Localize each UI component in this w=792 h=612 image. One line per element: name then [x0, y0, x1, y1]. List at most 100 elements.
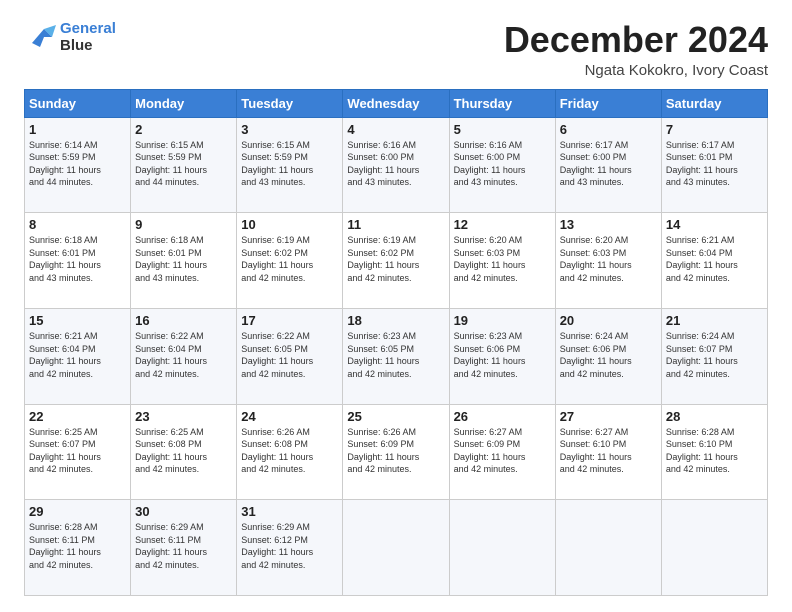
day-number: 21 [666, 313, 763, 328]
day-number: 7 [666, 122, 763, 137]
table-row: 23Sunrise: 6:25 AM Sunset: 6:08 PM Dayli… [131, 404, 237, 500]
calendar-col-header: Tuesday [237, 89, 343, 117]
day-number: 25 [347, 409, 444, 424]
day-number: 20 [560, 313, 657, 328]
table-row: 19 Sunrise: 6:23 AM Sunset: 6:06 PM Dayli… [449, 308, 555, 404]
table-row: 11 Sunrise: 6:19 AM Sunset: 6:02 PM Dayli… [343, 213, 449, 309]
day-number: 19 [454, 313, 551, 328]
table-row: 20 Sunrise: 6:24 AM Sunset: 6:06 PM Dayli… [555, 308, 661, 404]
month-title: December 2024 [504, 20, 768, 60]
day-info: Sunrise: 6:21 AM Sunset: 6:04 PM Dayligh… [666, 234, 763, 284]
day-number: 10 [241, 217, 338, 232]
day-number: 1 [29, 122, 126, 137]
day-info: Sunrise: 6:28 AM Sunset: 6:11 PM Dayligh… [29, 521, 126, 571]
table-row: 6 Sunrise: 6:17 AM Sunset: 6:00 PM Daylig… [555, 117, 661, 213]
day-info: Sunrise: 6:29 AM Sunset: 6:11 PM Dayligh… [135, 521, 232, 571]
table-row: 14 Sunrise: 6:21 AM Sunset: 6:04 PM Dayli… [661, 213, 767, 309]
day-info: Sunrise: 6:17 AM Sunset: 6:00 PM Dayligh… [560, 139, 657, 189]
table-row: 15 Sunrise: 6:21 AM Sunset: 6:04 PM Dayli… [25, 308, 131, 404]
calendar-table: SundayMondayTuesdayWednesdayThursdayFrid… [24, 89, 768, 596]
calendar-col-header: Friday [555, 89, 661, 117]
table-row: 29 Sunrise: 6:28 AM Sunset: 6:11 PM Dayli… [25, 500, 131, 596]
calendar-week-row: 8 Sunrise: 6:18 AM Sunset: 6:01 PM Daylig… [25, 213, 768, 309]
table-row: 25 Sunrise: 6:26 AM Sunset: 6:09 PM Dayli… [343, 404, 449, 500]
calendar-week-row: 15 Sunrise: 6:21 AM Sunset: 6:04 PM Dayli… [25, 308, 768, 404]
table-row [343, 500, 449, 596]
day-number: 29 [29, 504, 126, 519]
table-row: 10 Sunrise: 6:19 AM Sunset: 6:02 PM Dayli… [237, 213, 343, 309]
table-row: 27 Sunrise: 6:27 AM Sunset: 6:10 PM Dayli… [555, 404, 661, 500]
day-info: Sunrise: 6:26 AM Sunset: 6:09 PM Dayligh… [347, 426, 444, 476]
day-number: 15 [29, 313, 126, 328]
day-info: Sunrise: 6:20 AM Sunset: 6:03 PM Dayligh… [560, 234, 657, 284]
day-number: 16 [135, 313, 232, 328]
table-row: 5Sunrise: 6:16 AM Sunset: 6:00 PM Daylig… [449, 117, 555, 213]
day-number: 8 [29, 217, 126, 232]
logo-line1: General [60, 20, 116, 37]
day-info: Sunrise: 6:18 AM Sunset: 6:01 PM Dayligh… [29, 234, 126, 284]
day-number: 12 [454, 217, 551, 232]
day-info: Sunrise: 6:14 AM Sunset: 5:59 PM Dayligh… [29, 139, 126, 189]
table-row: 1 Sunrise: 6:14 AM Sunset: 5:59 PM Daylig… [25, 117, 131, 213]
calendar-week-row: 22Sunrise: 6:25 AM Sunset: 6:07 PM Dayli… [25, 404, 768, 500]
table-row: 24 Sunrise: 6:26 AM Sunset: 6:08 PM Dayli… [237, 404, 343, 500]
logo: General Blue [24, 20, 116, 54]
day-number: 9 [135, 217, 232, 232]
table-row: 17Sunrise: 6:22 AM Sunset: 6:05 PM Dayli… [237, 308, 343, 404]
day-number: 14 [666, 217, 763, 232]
day-info: Sunrise: 6:28 AM Sunset: 6:10 PM Dayligh… [666, 426, 763, 476]
header: General Blue December 2024 Ngata Kokokro… [24, 20, 768, 79]
table-row: 7 Sunrise: 6:17 AM Sunset: 6:01 PM Daylig… [661, 117, 767, 213]
day-number: 3 [241, 122, 338, 137]
calendar-col-header: Thursday [449, 89, 555, 117]
table-row: 22Sunrise: 6:25 AM Sunset: 6:07 PM Dayli… [25, 404, 131, 500]
table-row [449, 500, 555, 596]
day-number: 30 [135, 504, 232, 519]
table-row: 28 Sunrise: 6:28 AM Sunset: 6:10 PM Dayli… [661, 404, 767, 500]
table-row: 13Sunrise: 6:20 AM Sunset: 6:03 PM Dayli… [555, 213, 661, 309]
calendar-col-header: Wednesday [343, 89, 449, 117]
title-section: December 2024 Ngata Kokokro, Ivory Coast [504, 20, 768, 79]
logo-line2: Blue [60, 37, 116, 54]
day-number: 11 [347, 217, 444, 232]
day-info: Sunrise: 6:27 AM Sunset: 6:10 PM Dayligh… [560, 426, 657, 476]
day-info: Sunrise: 6:19 AM Sunset: 6:02 PM Dayligh… [241, 234, 338, 284]
day-info: Sunrise: 6:23 AM Sunset: 6:06 PM Dayligh… [454, 330, 551, 380]
day-number: 22 [29, 409, 126, 424]
day-info: Sunrise: 6:18 AM Sunset: 6:01 PM Dayligh… [135, 234, 232, 284]
table-row: 16Sunrise: 6:22 AM Sunset: 6:04 PM Dayli… [131, 308, 237, 404]
day-info: Sunrise: 6:16 AM Sunset: 6:00 PM Dayligh… [347, 139, 444, 189]
day-info: Sunrise: 6:29 AM Sunset: 6:12 PM Dayligh… [241, 521, 338, 571]
day-info: Sunrise: 6:19 AM Sunset: 6:02 PM Dayligh… [347, 234, 444, 284]
table-row [661, 500, 767, 596]
calendar-header-row: SundayMondayTuesdayWednesdayThursdayFrid… [25, 89, 768, 117]
table-row: 9 Sunrise: 6:18 AM Sunset: 6:01 PM Daylig… [131, 213, 237, 309]
day-number: 27 [560, 409, 657, 424]
day-number: 2 [135, 122, 232, 137]
day-number: 24 [241, 409, 338, 424]
table-row: 4 Sunrise: 6:16 AM Sunset: 6:00 PM Daylig… [343, 117, 449, 213]
table-row: 8 Sunrise: 6:18 AM Sunset: 6:01 PM Daylig… [25, 213, 131, 309]
day-number: 28 [666, 409, 763, 424]
day-info: Sunrise: 6:23 AM Sunset: 6:05 PM Dayligh… [347, 330, 444, 380]
day-info: Sunrise: 6:26 AM Sunset: 6:08 PM Dayligh… [241, 426, 338, 476]
day-info: Sunrise: 6:24 AM Sunset: 6:07 PM Dayligh… [666, 330, 763, 380]
day-info: Sunrise: 6:20 AM Sunset: 6:03 PM Dayligh… [454, 234, 551, 284]
day-info: Sunrise: 6:22 AM Sunset: 6:05 PM Dayligh… [241, 330, 338, 380]
day-info: Sunrise: 6:27 AM Sunset: 6:09 PM Dayligh… [454, 426, 551, 476]
table-row: 18Sunrise: 6:23 AM Sunset: 6:05 PM Dayli… [343, 308, 449, 404]
day-info: Sunrise: 6:24 AM Sunset: 6:06 PM Dayligh… [560, 330, 657, 380]
calendar-week-row: 29 Sunrise: 6:28 AM Sunset: 6:11 PM Dayli… [25, 500, 768, 596]
day-info: Sunrise: 6:15 AM Sunset: 5:59 PM Dayligh… [135, 139, 232, 189]
table-row: 31Sunrise: 6:29 AM Sunset: 6:12 PM Dayli… [237, 500, 343, 596]
day-number: 26 [454, 409, 551, 424]
calendar-week-row: 1 Sunrise: 6:14 AM Sunset: 5:59 PM Daylig… [25, 117, 768, 213]
day-info: Sunrise: 6:16 AM Sunset: 6:00 PM Dayligh… [454, 139, 551, 189]
day-info: Sunrise: 6:17 AM Sunset: 6:01 PM Dayligh… [666, 139, 763, 189]
table-row: 21 Sunrise: 6:24 AM Sunset: 6:07 PM Dayli… [661, 308, 767, 404]
logo-icon [24, 23, 56, 51]
day-number: 6 [560, 122, 657, 137]
day-number: 4 [347, 122, 444, 137]
table-row [555, 500, 661, 596]
day-info: Sunrise: 6:21 AM Sunset: 6:04 PM Dayligh… [29, 330, 126, 380]
